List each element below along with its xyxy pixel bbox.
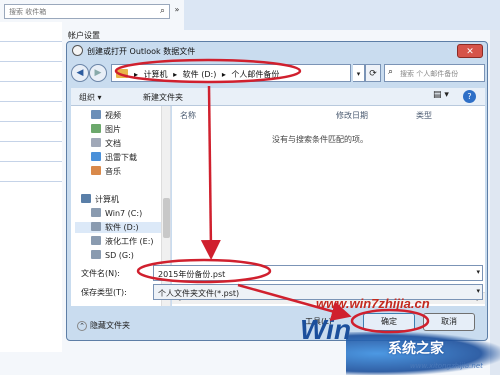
highlight-ellipse-address [114, 58, 302, 84]
annotation-arrow-ok [237, 283, 352, 321]
annotation-overlay [114, 58, 430, 334]
annotation-arrow-down [200, 85, 221, 260]
highlight-ellipse-filename [136, 258, 272, 284]
highlight-ellipse-ok [350, 308, 430, 334]
